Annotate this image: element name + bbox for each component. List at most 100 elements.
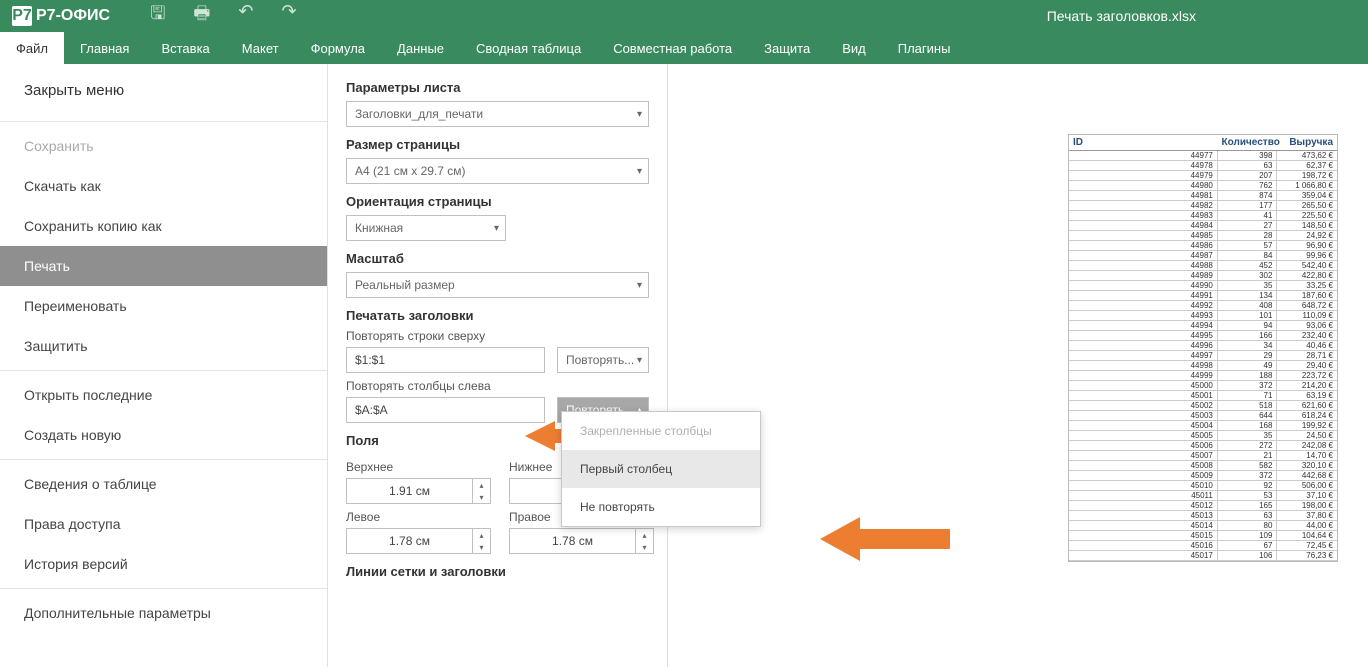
sidebar-protect[interactable]: Защитить bbox=[0, 326, 327, 366]
sidebar-history[interactable]: История версий bbox=[0, 544, 327, 584]
select-orientation[interactable]: Книжная bbox=[346, 215, 506, 241]
preview-row: 450136337,80 € bbox=[1069, 511, 1337, 521]
preview-header-rev: Выручка bbox=[1278, 135, 1337, 150]
preview-row: 45006272242,08 € bbox=[1069, 441, 1337, 451]
preview-row: 450017163,19 € bbox=[1069, 391, 1337, 401]
preview-row: 44977398473,62 € bbox=[1069, 151, 1337, 161]
label-gridlines: Линии сетки и заголовки bbox=[346, 564, 649, 579]
sidebar-new[interactable]: Создать новую bbox=[0, 415, 327, 455]
redo-icon[interactable]: ↷ bbox=[282, 1, 297, 31]
main-tabs: Файл Главная Вставка Макет Формула Данны… bbox=[0, 32, 1368, 64]
preview-row: 449984929,40 € bbox=[1069, 361, 1337, 371]
preview-row: 44989302422,80 € bbox=[1069, 271, 1337, 281]
tab-pivot[interactable]: Сводная таблица bbox=[460, 32, 597, 64]
sidebar-download[interactable]: Скачать как bbox=[0, 166, 327, 206]
preview-row: 45002518621,60 € bbox=[1069, 401, 1337, 411]
preview-row: 45009372442,68 € bbox=[1069, 471, 1337, 481]
preview-row: 449786362,37 € bbox=[1069, 161, 1337, 171]
tab-home[interactable]: Главная bbox=[64, 32, 145, 64]
tab-view[interactable]: Вид bbox=[826, 32, 882, 64]
dropdown-frozen-cols[interactable]: Закрепленные столбцы bbox=[562, 412, 760, 450]
select-repeat-rows[interactable]: Повторять... bbox=[557, 347, 649, 373]
preview-row: 449972928,71 € bbox=[1069, 351, 1337, 361]
preview-row: 449878499,96 € bbox=[1069, 251, 1337, 261]
input-repeat-cols[interactable] bbox=[346, 397, 545, 423]
app-header: Р7 Р7-ОФИС 🖫 🖶 ↶ ↷ Печать заголовков.xls… bbox=[0, 0, 1368, 32]
print-icon[interactable]: 🖶 bbox=[193, 1, 210, 31]
tab-plugins[interactable]: Плагины bbox=[882, 32, 967, 64]
label-margin-top: Верхнее bbox=[346, 460, 491, 474]
sidebar-rename[interactable]: Переименовать bbox=[0, 286, 327, 326]
preview-row: 449865796,90 € bbox=[1069, 241, 1337, 251]
input-repeat-rows[interactable] bbox=[346, 347, 545, 373]
preview-row: 45000372214,20 € bbox=[1069, 381, 1337, 391]
print-settings-panel: Параметры листа Заголовки_для_печати Раз… bbox=[328, 64, 668, 667]
dropdown-no-repeat[interactable]: Не повторять bbox=[562, 488, 760, 526]
tab-layout[interactable]: Макет bbox=[226, 32, 295, 64]
select-sheet[interactable]: Заголовки_для_печати bbox=[346, 101, 649, 127]
preview-row: 4501710676,23 € bbox=[1069, 551, 1337, 561]
undo-icon[interactable]: ↶ bbox=[238, 1, 253, 31]
spinner-margin-left[interactable]: 1.78 см▴▾ bbox=[346, 528, 491, 554]
sidebar-save[interactable]: Сохранить bbox=[0, 126, 327, 166]
tab-data[interactable]: Данные bbox=[381, 32, 460, 64]
select-page-size[interactable]: A4 (21 см x 29.7 см) bbox=[346, 158, 649, 184]
spinner-margin-right[interactable]: 1.78 см▴▾ bbox=[509, 528, 654, 554]
repeat-cols-dropdown: Закрепленные столбцы Первый столбец Не п… bbox=[561, 411, 761, 527]
select-scale[interactable]: Реальный размер bbox=[346, 272, 649, 298]
spinner-up-icon: ▴ bbox=[473, 479, 490, 491]
sidebar-print[interactable]: Печать bbox=[0, 246, 327, 286]
dropdown-first-col[interactable]: Первый столбец bbox=[562, 450, 760, 488]
preview-row: 449963440,46 € bbox=[1069, 341, 1337, 351]
tab-file[interactable]: Файл bbox=[0, 32, 64, 64]
tab-insert[interactable]: Вставка bbox=[145, 32, 225, 64]
preview-row: 44992408648,72 € bbox=[1069, 301, 1337, 311]
logo-text: Р7-ОФИС bbox=[36, 7, 110, 25]
sidebar-recent[interactable]: Открыть последние bbox=[0, 375, 327, 415]
file-sidebar: Закрыть меню Сохранить Скачать как Сохра… bbox=[0, 64, 328, 667]
preview-row: 44988452542,40 € bbox=[1069, 261, 1337, 271]
preview-row: 44999188223,72 € bbox=[1069, 371, 1337, 381]
preview-row: 449807621 066,80 € bbox=[1069, 181, 1337, 191]
preview-header-qty: Количество bbox=[1218, 135, 1278, 150]
label-margin-left: Левое bbox=[346, 510, 491, 524]
label-print-titles: Печатать заголовки bbox=[346, 308, 649, 323]
spinner-margin-top[interactable]: 1.91 см▴▾ bbox=[346, 478, 491, 504]
preview-row: 4501092506,00 € bbox=[1069, 481, 1337, 491]
label-repeat-rows: Повторять строки сверху bbox=[346, 329, 649, 343]
label-repeat-cols: Повторять столбцы слева bbox=[346, 379, 649, 393]
spinner-down-icon: ▾ bbox=[473, 491, 490, 503]
label-page-size: Размер страницы bbox=[346, 137, 649, 152]
preview-row: 45004168199,92 € bbox=[1069, 421, 1337, 431]
preview-row: 45008582320,10 € bbox=[1069, 461, 1337, 471]
tab-collab[interactable]: Совместная работа bbox=[597, 32, 748, 64]
save-icon[interactable]: 🖫 bbox=[150, 1, 165, 31]
spinner-up-icon: ▴ bbox=[636, 529, 653, 541]
preview-row: 44991134187,60 € bbox=[1069, 291, 1337, 301]
preview-row: 45015109104,64 € bbox=[1069, 531, 1337, 541]
tab-formula[interactable]: Формула bbox=[295, 32, 381, 64]
preview-row: 44981874359,04 € bbox=[1069, 191, 1337, 201]
preview-row: 449903533,25 € bbox=[1069, 281, 1337, 291]
label-scale: Масштаб bbox=[346, 251, 649, 266]
tab-protect[interactable]: Защита bbox=[748, 32, 826, 64]
preview-row: 450148044,00 € bbox=[1069, 521, 1337, 531]
spinner-up-icon: ▴ bbox=[473, 529, 490, 541]
sidebar-access[interactable]: Права доступа bbox=[0, 504, 327, 544]
preview-row: 4498427148,50 € bbox=[1069, 221, 1337, 231]
preview-row: 44995166232,40 € bbox=[1069, 331, 1337, 341]
preview-row: 449852824,92 € bbox=[1069, 231, 1337, 241]
close-menu[interactable]: Закрыть меню bbox=[0, 64, 327, 117]
label-sheet-params: Параметры листа bbox=[346, 80, 649, 95]
sidebar-advanced[interactable]: Дополнительные параметры bbox=[0, 593, 327, 633]
logo-icon: Р7 bbox=[12, 6, 32, 26]
sidebar-info[interactable]: Сведения о таблице bbox=[0, 464, 327, 504]
preview-row: 44979207198,72 € bbox=[1069, 171, 1337, 181]
app-logo: Р7 Р7-ОФИС bbox=[12, 6, 110, 26]
preview-row: 45003644618,24 € bbox=[1069, 411, 1337, 421]
preview-row: 450115337,10 € bbox=[1069, 491, 1337, 501]
preview-row: 44982177265,50 € bbox=[1069, 201, 1337, 211]
sidebar-savecopy[interactable]: Сохранить копию как bbox=[0, 206, 327, 246]
preview-sheet: ID Количество Выручка 44977398473,62 €44… bbox=[1068, 134, 1338, 562]
preview-row: 4498341225,50 € bbox=[1069, 211, 1337, 221]
